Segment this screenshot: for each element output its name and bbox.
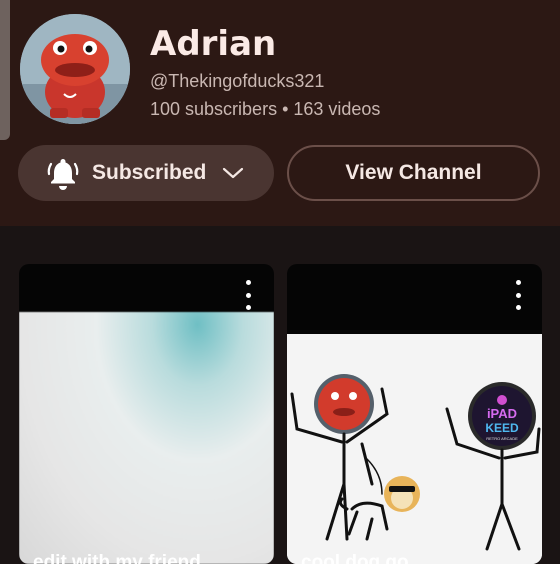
subscribed-button[interactable]: Subscribed [18,145,274,201]
channel-avatar[interactable] [20,14,130,124]
video-card[interactable]: iPAD KEED RETRO ARCADE cool dog go [287,264,542,564]
badge-line1: iPAD [487,406,517,421]
side-panel-handle[interactable] [0,0,10,140]
chevron-down-icon [223,167,244,179]
video-title[interactable]: cool dog go [301,552,409,564]
video-thumbnail[interactable]: iPAD KEED RETRO ARCADE [287,334,542,564]
video-thumbnail[interactable] [19,312,274,564]
channel-handle: @Thekingofducks321 [150,71,325,91]
view-channel-button[interactable]: View Channel [287,145,540,201]
more-vertical-icon[interactable] [238,280,258,310]
more-vertical-icon[interactable] [508,280,528,310]
view-channel-label: View Channel [345,161,482,184]
badge-line2: KEED [485,421,519,435]
channel-stats: 100 subscribers • 163 videos [150,99,381,119]
stick-figure-drawing: iPAD KEED RETRO ARCADE [287,334,542,564]
channel-header: Adrian @Thekingofducks321 100 subscriber… [0,0,560,226]
bell-icon [47,159,79,190]
channel-name: Adrian [150,24,277,64]
avatar-image [20,14,130,124]
subscribed-label: Subscribed [92,161,207,184]
video-card[interactable]: edit with my friend [19,264,274,564]
badge-line3: RETRO ARCADE [486,436,518,441]
video-title[interactable]: edit with my friend [33,552,201,564]
